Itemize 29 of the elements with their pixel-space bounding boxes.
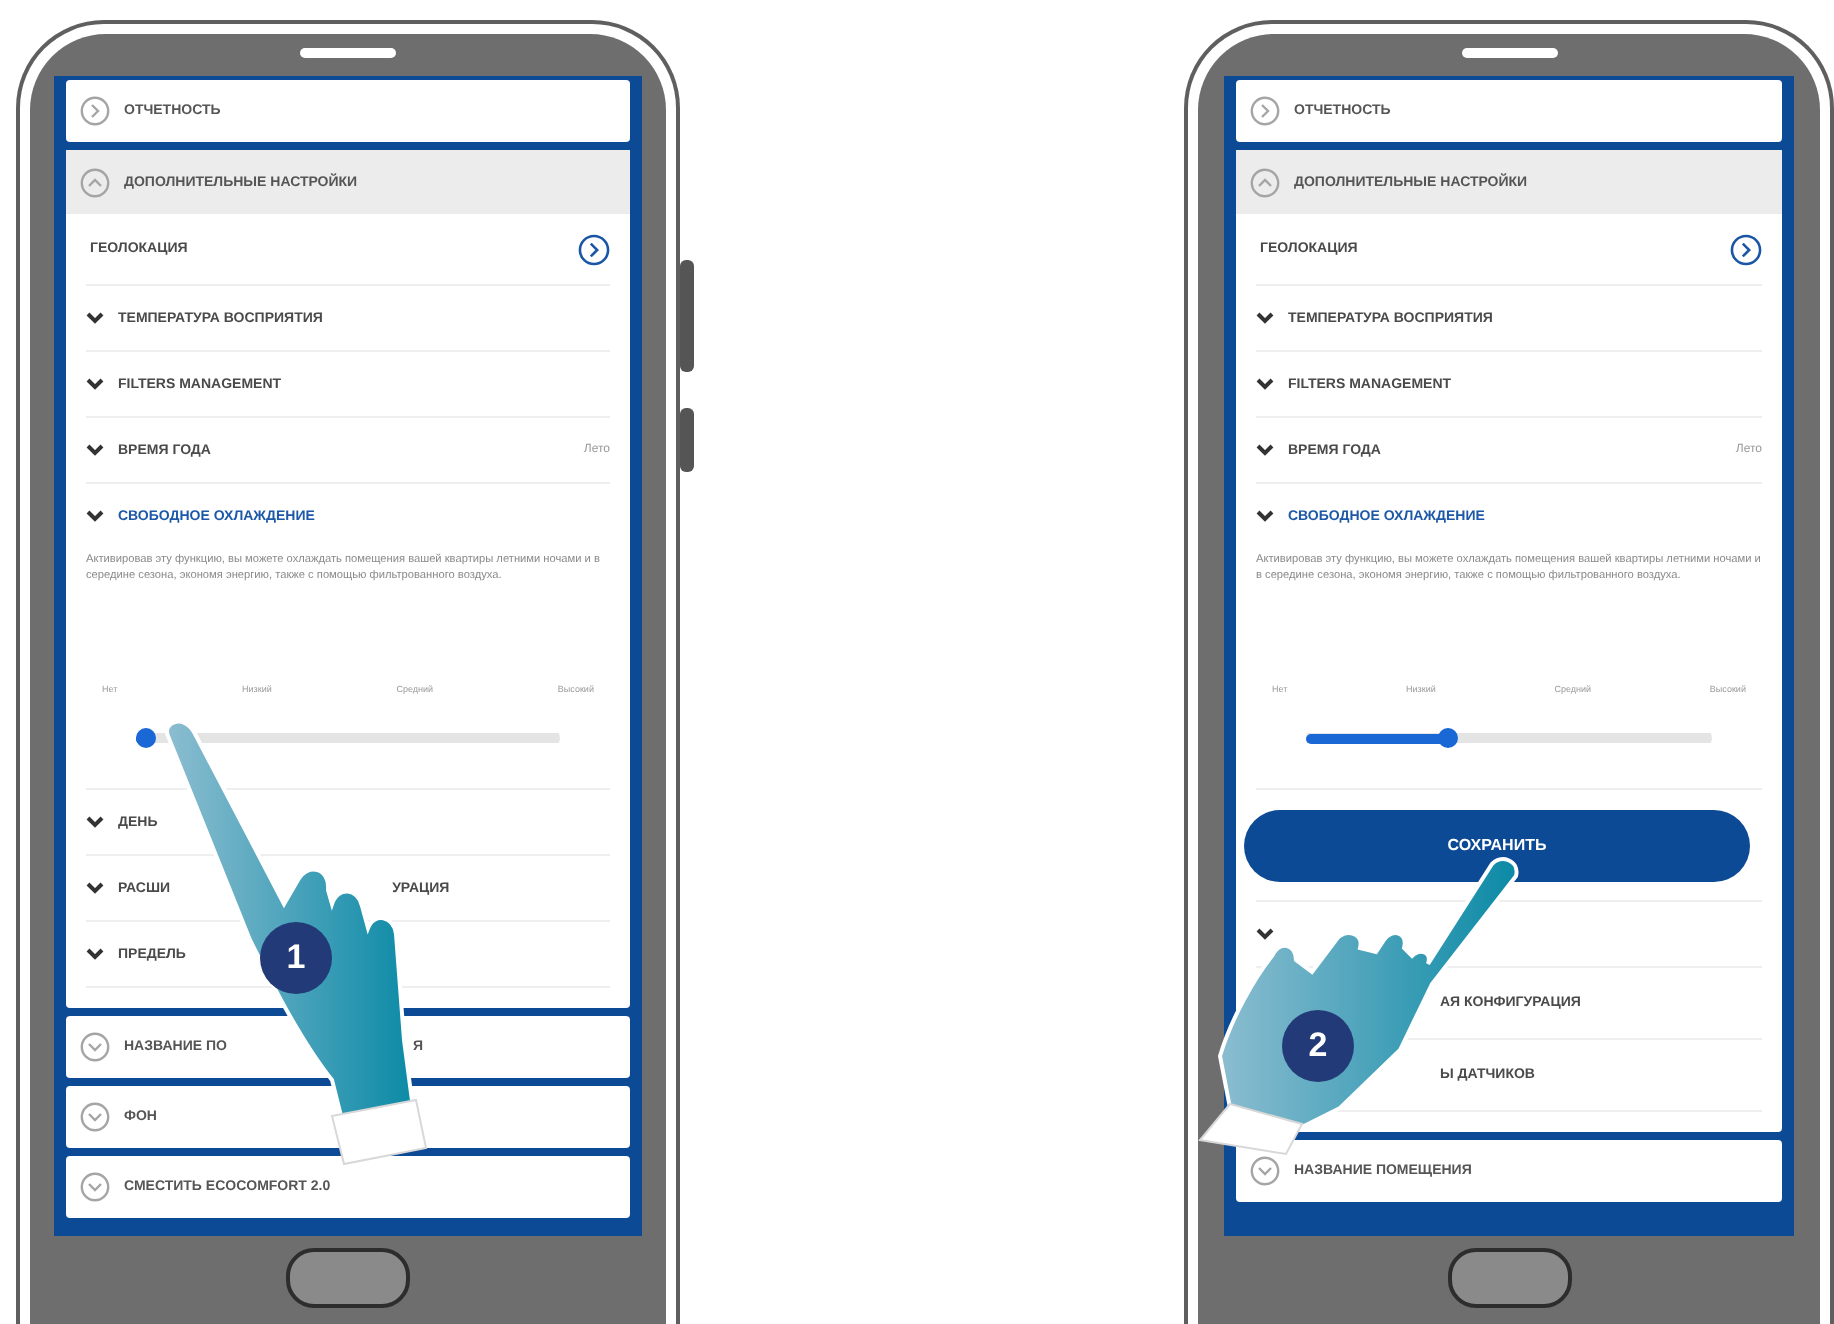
chevron-circle-icon	[1250, 167, 1280, 197]
slider-thumb[interactable]	[136, 728, 156, 748]
chevron-circle-icon	[80, 167, 110, 197]
chevron-circle-icon	[1250, 1156, 1280, 1186]
chevron-circle-icon	[80, 96, 110, 126]
chevron-circle-icon[interactable]	[578, 233, 610, 265]
slider-track[interactable]	[136, 728, 560, 748]
chevron-down-icon	[1256, 312, 1274, 324]
chevron-circle-icon	[1250, 96, 1280, 126]
slider-thumb[interactable]	[1437, 728, 1458, 748]
chevron-circle-icon	[80, 1032, 110, 1062]
chevron-down-icon	[86, 312, 104, 324]
chevron-circle-icon[interactable]	[1730, 233, 1762, 265]
chevron-down-icon	[86, 816, 104, 828]
chevron-down-icon	[1256, 928, 1274, 940]
save-button[interactable]: СОХРАНИТЬ	[1244, 809, 1750, 881]
chevron-down-icon	[86, 444, 104, 456]
chevron-down-icon	[86, 510, 104, 522]
speaker-slot	[300, 48, 396, 58]
chevron-down-icon	[1256, 378, 1274, 390]
chevron-circle-icon	[80, 1172, 110, 1202]
chevron-down-icon	[1256, 444, 1274, 456]
chevron-down-icon	[86, 882, 104, 894]
speaker-slot	[1461, 48, 1557, 58]
chevron-down-icon	[86, 948, 104, 960]
chevron-circle-icon	[80, 1102, 110, 1132]
slider-track[interactable]	[1306, 728, 1712, 748]
chevron-down-icon	[86, 378, 104, 390]
chevron-down-icon	[1256, 510, 1274, 522]
